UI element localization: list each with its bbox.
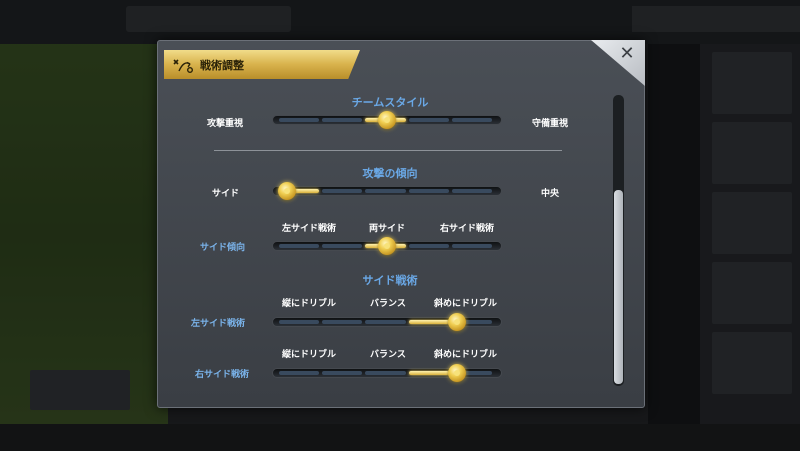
side-tendency-slider[interactable] (272, 237, 502, 255)
team-style-slider[interactable] (272, 111, 502, 129)
right-tactics-option-diagonal: 斜めにドリブル (434, 350, 498, 360)
slider-segment (322, 189, 363, 193)
scrollbar[interactable] (613, 95, 624, 386)
attack-tendency-heading: 攻撃の傾向 (362, 167, 418, 180)
slider-segment (408, 189, 449, 193)
dialog-title-bar: 戦術調整 (164, 50, 360, 79)
slider-segment (322, 118, 363, 122)
team-style-left-label: 攻撃重視 (207, 119, 244, 129)
attack-tendency-slider[interactable] (272, 182, 502, 200)
section-divider (214, 150, 562, 151)
slider-segment (408, 118, 449, 122)
slider-segment (365, 189, 406, 193)
side-tactics-heading: サイド戦術 (362, 274, 418, 287)
team-style-heading: チームスタイル (351, 96, 429, 109)
slider-segment (451, 118, 492, 122)
slider-segment (279, 244, 320, 248)
slider-segment (322, 320, 363, 324)
attack-tendency-left-label: サイド (212, 189, 240, 199)
slider-segment (322, 244, 363, 248)
slider-knob[interactable] (378, 237, 396, 255)
slider-segment (365, 371, 406, 375)
left-tactics-option-balance: バランス (370, 299, 406, 309)
side-tendency-label: サイド傾向 (200, 243, 246, 253)
scrollbar-thumb[interactable] (614, 190, 623, 384)
slider-segment (279, 320, 320, 324)
side-tendency-option-right: 右サイド戦術 (440, 224, 495, 234)
left-tactics-option-diagonal: 斜めにドリブル (434, 299, 498, 309)
slider-segment (279, 371, 320, 375)
left-side-tactics-slider[interactable] (272, 313, 502, 331)
slider-segment (408, 320, 449, 324)
slider-knob[interactable] (448, 364, 466, 382)
slider-segment (365, 320, 406, 324)
right-tactics-option-vertical: 縦にドリブル (282, 350, 337, 360)
slider-segment (408, 244, 449, 248)
right-side-tactics-label: 右サイド戦術 (195, 370, 250, 380)
dialog-title: 戦術調整 (200, 58, 244, 72)
slider-knob[interactable] (448, 313, 466, 331)
close-button[interactable]: ✕ (618, 45, 636, 63)
slider-segment (408, 371, 449, 375)
slider-segment (279, 118, 320, 122)
slider-segment (322, 371, 363, 375)
side-tendency-option-both: 両サイド (369, 224, 406, 234)
tactics-icon (170, 55, 196, 75)
slider-knob[interactable] (278, 182, 296, 200)
left-side-tactics-label: 左サイド戦術 (191, 319, 246, 329)
slider-segment (451, 189, 492, 193)
right-side-tactics-slider[interactable] (272, 364, 502, 382)
side-tendency-option-left: 左サイド戦術 (282, 224, 337, 234)
right-tactics-option-balance: バランス (370, 350, 406, 360)
slider-segment (451, 244, 492, 248)
team-style-right-label: 守備重視 (532, 119, 569, 129)
left-tactics-option-vertical: 縦にドリブル (282, 299, 337, 309)
attack-tendency-right-label: 中央 (541, 189, 560, 199)
slider-knob[interactable] (378, 111, 396, 129)
